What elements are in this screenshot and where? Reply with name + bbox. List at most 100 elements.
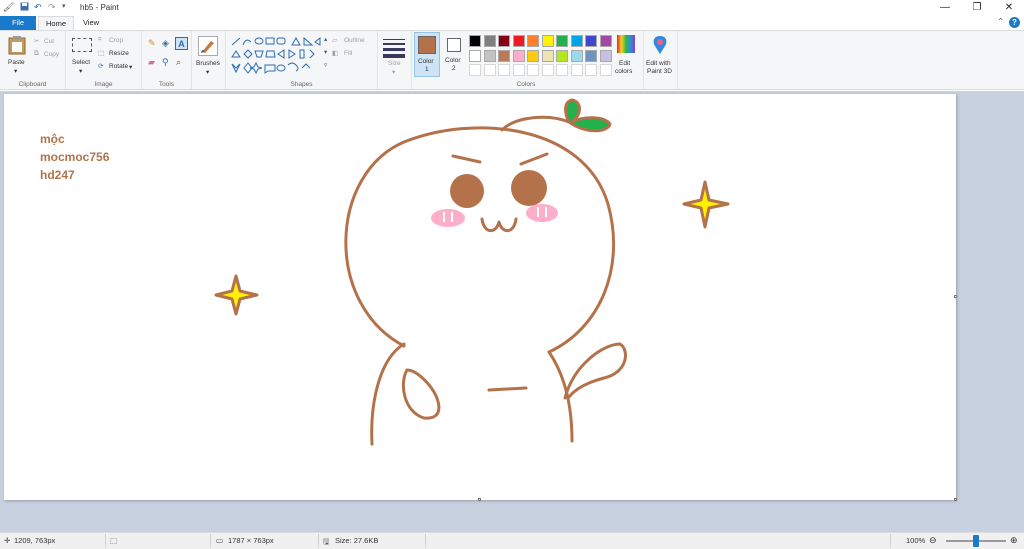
- zoom-slider-thumb[interactable]: [973, 535, 979, 547]
- palette-swatch[interactable]: [599, 35, 612, 47]
- palette-swatch[interactable]: [541, 35, 554, 47]
- palette-swatch[interactable]: [498, 35, 510, 47]
- palette-swatch[interactable]: [527, 49, 539, 62]
- palette-swatch[interactable]: [469, 35, 481, 47]
- eraser-icon[interactable]: ▰: [148, 57, 155, 68]
- paste-dropdown-icon[interactable]: ▾: [14, 67, 17, 75]
- magnifier-icon[interactable]: ⌕: [176, 57, 181, 68]
- resize-handle-bottom[interactable]: [478, 498, 481, 501]
- save-icon[interactable]: [20, 2, 29, 13]
- zoom-out-button[interactable]: ⊖: [929, 535, 937, 546]
- palette-swatch[interactable]: [541, 64, 554, 76]
- palette-swatch[interactable]: [585, 64, 597, 76]
- palette-swatch[interactable]: [483, 35, 496, 47]
- select-dropdown-icon[interactable]: ▾: [79, 67, 82, 75]
- copy-button[interactable]: Copy: [44, 51, 59, 58]
- paint3d-icon[interactable]: [651, 35, 669, 55]
- fill-button[interactable]: Fill: [344, 50, 352, 57]
- shapes-gallery[interactable]: [230, 35, 322, 75]
- resize-button[interactable]: Resize: [109, 50, 129, 57]
- status-divider: [890, 534, 891, 548]
- brushes-button[interactable]: Brushes: [196, 60, 220, 67]
- text-tool-icon[interactable]: A: [175, 37, 188, 50]
- cut-button[interactable]: Cut: [44, 38, 54, 45]
- undo-icon[interactable]: ↶: [34, 2, 42, 13]
- edit-colors-button[interactable]: Edit: [619, 60, 630, 67]
- palette-swatch[interactable]: [498, 64, 510, 76]
- size-lines-icon[interactable]: [383, 39, 405, 58]
- resize-handle-corner[interactable]: [954, 498, 957, 501]
- edit-paint3d-button-line2[interactable]: Paint 3D: [647, 68, 672, 75]
- cut-icon: ✂: [34, 38, 40, 45]
- paste-icon[interactable]: [8, 35, 26, 57]
- close-button[interactable]: ✕: [994, 0, 1024, 16]
- edit-colors-button-line2[interactable]: colors: [615, 68, 632, 75]
- brushes-icon[interactable]: [198, 36, 218, 56]
- crop-button[interactable]: Crop: [109, 37, 123, 44]
- rotate-button[interactable]: Rotate: [109, 63, 128, 70]
- palette-swatch[interactable]: [556, 35, 568, 47]
- title-bar: 🖌 ↶ ↷ ▾ hb5 - Paint — ❐ ✕: [0, 0, 1024, 16]
- palette-swatch[interactable]: [599, 64, 612, 76]
- zoom-slider[interactable]: [946, 535, 1006, 547]
- color1-swatch: [418, 36, 436, 54]
- palette-swatch[interactable]: [585, 49, 597, 62]
- tab-file[interactable]: File: [0, 16, 36, 30]
- fill-bucket-icon[interactable]: ◈: [162, 38, 169, 49]
- paste-button[interactable]: Paste: [8, 59, 25, 66]
- palette-swatch[interactable]: [469, 64, 481, 76]
- palette-swatch[interactable]: [512, 35, 525, 47]
- paint-app-icon[interactable]: 🖌: [3, 2, 14, 13]
- help-icon[interactable]: ?: [1009, 17, 1020, 28]
- palette-swatch[interactable]: [469, 49, 481, 62]
- palette-swatch[interactable]: [570, 35, 583, 47]
- resize-handle-right[interactable]: [954, 295, 957, 298]
- palette-swatch[interactable]: [483, 64, 496, 76]
- shapes-scroll-up-icon[interactable]: ▴: [324, 35, 327, 43]
- edit-colors-icon[interactable]: [617, 35, 635, 53]
- select-button[interactable]: Select: [72, 59, 90, 66]
- color2-selector[interactable]: Color 2: [442, 32, 468, 77]
- palette-swatch[interactable]: [527, 64, 539, 76]
- customize-toolbar-icon[interactable]: ▾: [62, 2, 66, 10]
- shapes-more-icon[interactable]: ▿: [324, 61, 327, 69]
- size-dropdown-icon[interactable]: ▾: [392, 68, 395, 76]
- color1-selector[interactable]: Color 1: [414, 32, 440, 77]
- size-button[interactable]: Size: [388, 60, 401, 67]
- palette-swatch[interactable]: [512, 49, 525, 62]
- palette-swatch[interactable]: [527, 35, 539, 47]
- maximize-button[interactable]: ❐: [962, 0, 992, 16]
- colors-group: Color 1 Color 2 Edit colors Colors Edit …: [412, 31, 678, 89]
- color2-swatch: [447, 38, 461, 52]
- character-arm-left: [401, 368, 441, 420]
- color-picker-icon[interactable]: ⚲: [162, 57, 169, 68]
- palette-swatch[interactable]: [512, 64, 525, 76]
- minimize-button[interactable]: —: [930, 0, 960, 16]
- palette-swatch[interactable]: [498, 49, 510, 62]
- palette-swatch[interactable]: [570, 49, 583, 62]
- palette-swatch[interactable]: [483, 49, 496, 62]
- rotate-dropdown-icon[interactable]: ▾: [129, 63, 132, 71]
- character-eye-right: [511, 170, 547, 206]
- collapse-ribbon-icon[interactable]: ⌃: [997, 17, 1004, 26]
- shapes-scroll-down-icon[interactable]: ▾: [324, 48, 327, 56]
- pencil-icon[interactable]: ✎: [148, 38, 156, 49]
- character-mouth: [480, 217, 518, 233]
- tab-view[interactable]: View: [76, 16, 106, 30]
- outline-button[interactable]: Outline: [344, 37, 365, 44]
- palette-swatch[interactable]: [556, 49, 568, 62]
- palette-swatch[interactable]: [570, 64, 583, 76]
- zoom-in-button[interactable]: ⊕: [1010, 535, 1018, 546]
- drawing-canvas[interactable]: mộc mocmoc756 hd247: [4, 94, 957, 501]
- edit-paint3d-button[interactable]: Edit with: [646, 60, 671, 67]
- redo-icon[interactable]: ↷: [48, 2, 56, 13]
- tab-home[interactable]: Home: [38, 16, 74, 30]
- select-icon[interactable]: [72, 38, 92, 52]
- ribbon: Paste ▾ ✂ Cut ⧉ Copy Clipboard Select ▾ …: [0, 30, 1024, 90]
- palette-swatch[interactable]: [541, 49, 554, 62]
- palette-swatch[interactable]: [599, 49, 612, 62]
- palette-swatch[interactable]: [556, 64, 568, 76]
- palette-swatch[interactable]: [585, 35, 597, 47]
- brushes-dropdown-icon[interactable]: ▾: [206, 68, 209, 76]
- canvas-drawing: [214, 98, 730, 446]
